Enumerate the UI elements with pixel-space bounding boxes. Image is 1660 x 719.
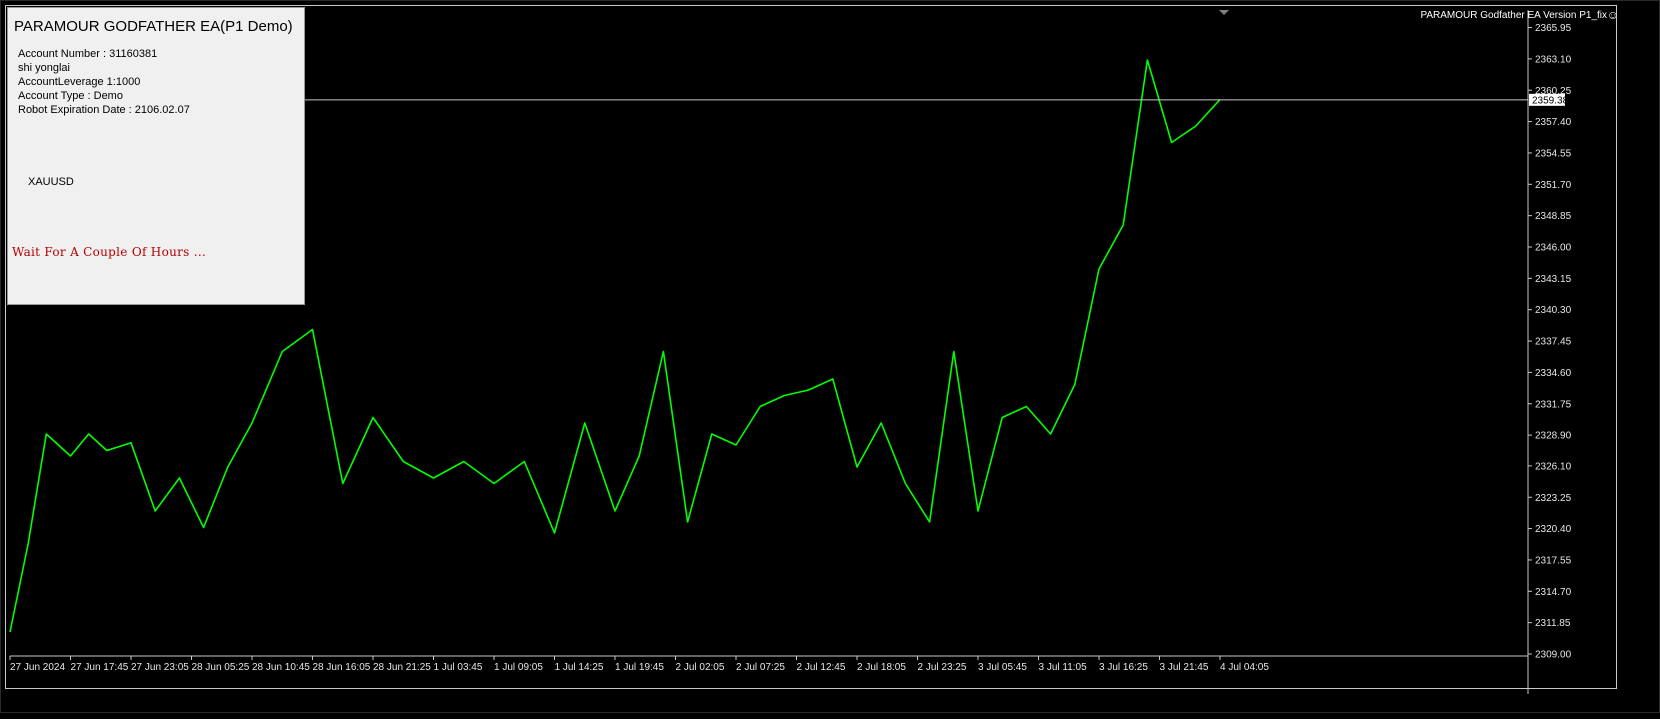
x-tick-label: 3 Jul 16:25 — [1099, 662, 1148, 673]
x-tick-label: 28 Jun 10:45 — [252, 662, 310, 673]
y-tick-label: 2311.85 — [1535, 618, 1571, 629]
x-tick-label: 2 Jul 02:05 — [676, 662, 725, 673]
chart-window: 2365.95 2363.10 2360.25 2357.40 2354.55 2351.… — [0, 0, 1660, 713]
y-tick-label: 2317.55 — [1535, 555, 1572, 566]
x-tick-label: 1 Jul 03:45 — [434, 662, 483, 673]
x-tick-label: 28 Jun 21:25 — [373, 662, 431, 673]
y-tick-label: 2331.75 — [1535, 399, 1572, 410]
x-tick-label: 4 Jul 04:05 — [1220, 662, 1269, 673]
x-tick-label: 2 Jul 18:05 — [857, 662, 906, 673]
y-tick-label: 2340.30 — [1535, 305, 1572, 316]
y-tick-label: 2320.40 — [1535, 524, 1572, 535]
x-tick-label: 28 Jun 16:05 — [313, 662, 371, 673]
panel-title: PARAMOUR GODFATHER EA(P1 Demo) — [14, 18, 293, 35]
robot-expiration: Robot Expiration Date : 2106.02.07 — [18, 104, 190, 116]
y-tick-label: 2357.40 — [1535, 117, 1572, 128]
symbol-label: XAUUSD — [28, 176, 74, 188]
user-name: shi yonglai — [18, 62, 70, 74]
x-tick-label: 2 Jul 12:45 — [797, 662, 846, 673]
y-tick-label: 2343.15 — [1535, 274, 1572, 285]
x-tick-label: 1 Jul 14:25 — [555, 662, 604, 673]
x-tick-label: 3 Jul 05:45 — [978, 662, 1027, 673]
x-tick-label: 2 Jul 23:25 — [918, 662, 967, 673]
ea-version-label: PARAMOUR Godfather EA Version P1_fix — [1420, 10, 1607, 21]
y-tick-label: 2328.90 — [1535, 431, 1572, 442]
account-type: Account Type : Demo — [18, 90, 123, 102]
y-tick-label: 2365.95 — [1535, 23, 1572, 34]
wait-message: Wait For A Couple Of Hours ... — [12, 245, 207, 259]
x-tick-label: 1 Jul 19:45 — [615, 662, 664, 673]
y-tick-label: 2337.45 — [1535, 337, 1572, 348]
y-tick-label: 2334.60 — [1535, 368, 1572, 379]
x-tick-label: 3 Jul 21:45 — [1160, 662, 1209, 673]
x-tick-label: 27 Jun 2024 — [10, 662, 65, 673]
y-tick-label: 2354.55 — [1535, 148, 1572, 159]
y-tick-label: 2363.10 — [1535, 54, 1572, 65]
current-price-label: 2359.38 — [1532, 95, 1569, 106]
x-tick-label: 27 Jun 17:45 — [71, 662, 129, 673]
x-tick-label: 28 Jun 05:25 — [192, 662, 250, 673]
x-tick-label: 27 Jun 23:05 — [131, 662, 189, 673]
account-leverage: AccountLeverage 1:1000 — [18, 76, 141, 88]
account-number: Account Number : 31160381 — [18, 48, 158, 60]
y-tick-label: 2309.00 — [1535, 650, 1572, 661]
y-tick-label: 2348.85 — [1535, 211, 1572, 222]
ea-info-panel: PARAMOUR GODFATHER EA(P1 Demo) Account N… — [7, 7, 305, 305]
y-tick-label: 2351.70 — [1535, 180, 1572, 191]
smiley-icon: ☺ — [1606, 8, 1619, 22]
x-tick-label: 2 Jul 07:25 — [736, 662, 785, 673]
y-tick-label: 2323.25 — [1535, 493, 1572, 504]
y-tick-label: 2314.70 — [1535, 587, 1572, 598]
chart-shift-marker — [1219, 10, 1229, 15]
x-tick-label: 3 Jul 11:05 — [1039, 662, 1088, 673]
x-tick-label: 1 Jul 09:05 — [494, 662, 543, 673]
y-tick-label: 2326.10 — [1535, 461, 1572, 472]
y-tick-label: 2346.00 — [1535, 243, 1572, 254]
